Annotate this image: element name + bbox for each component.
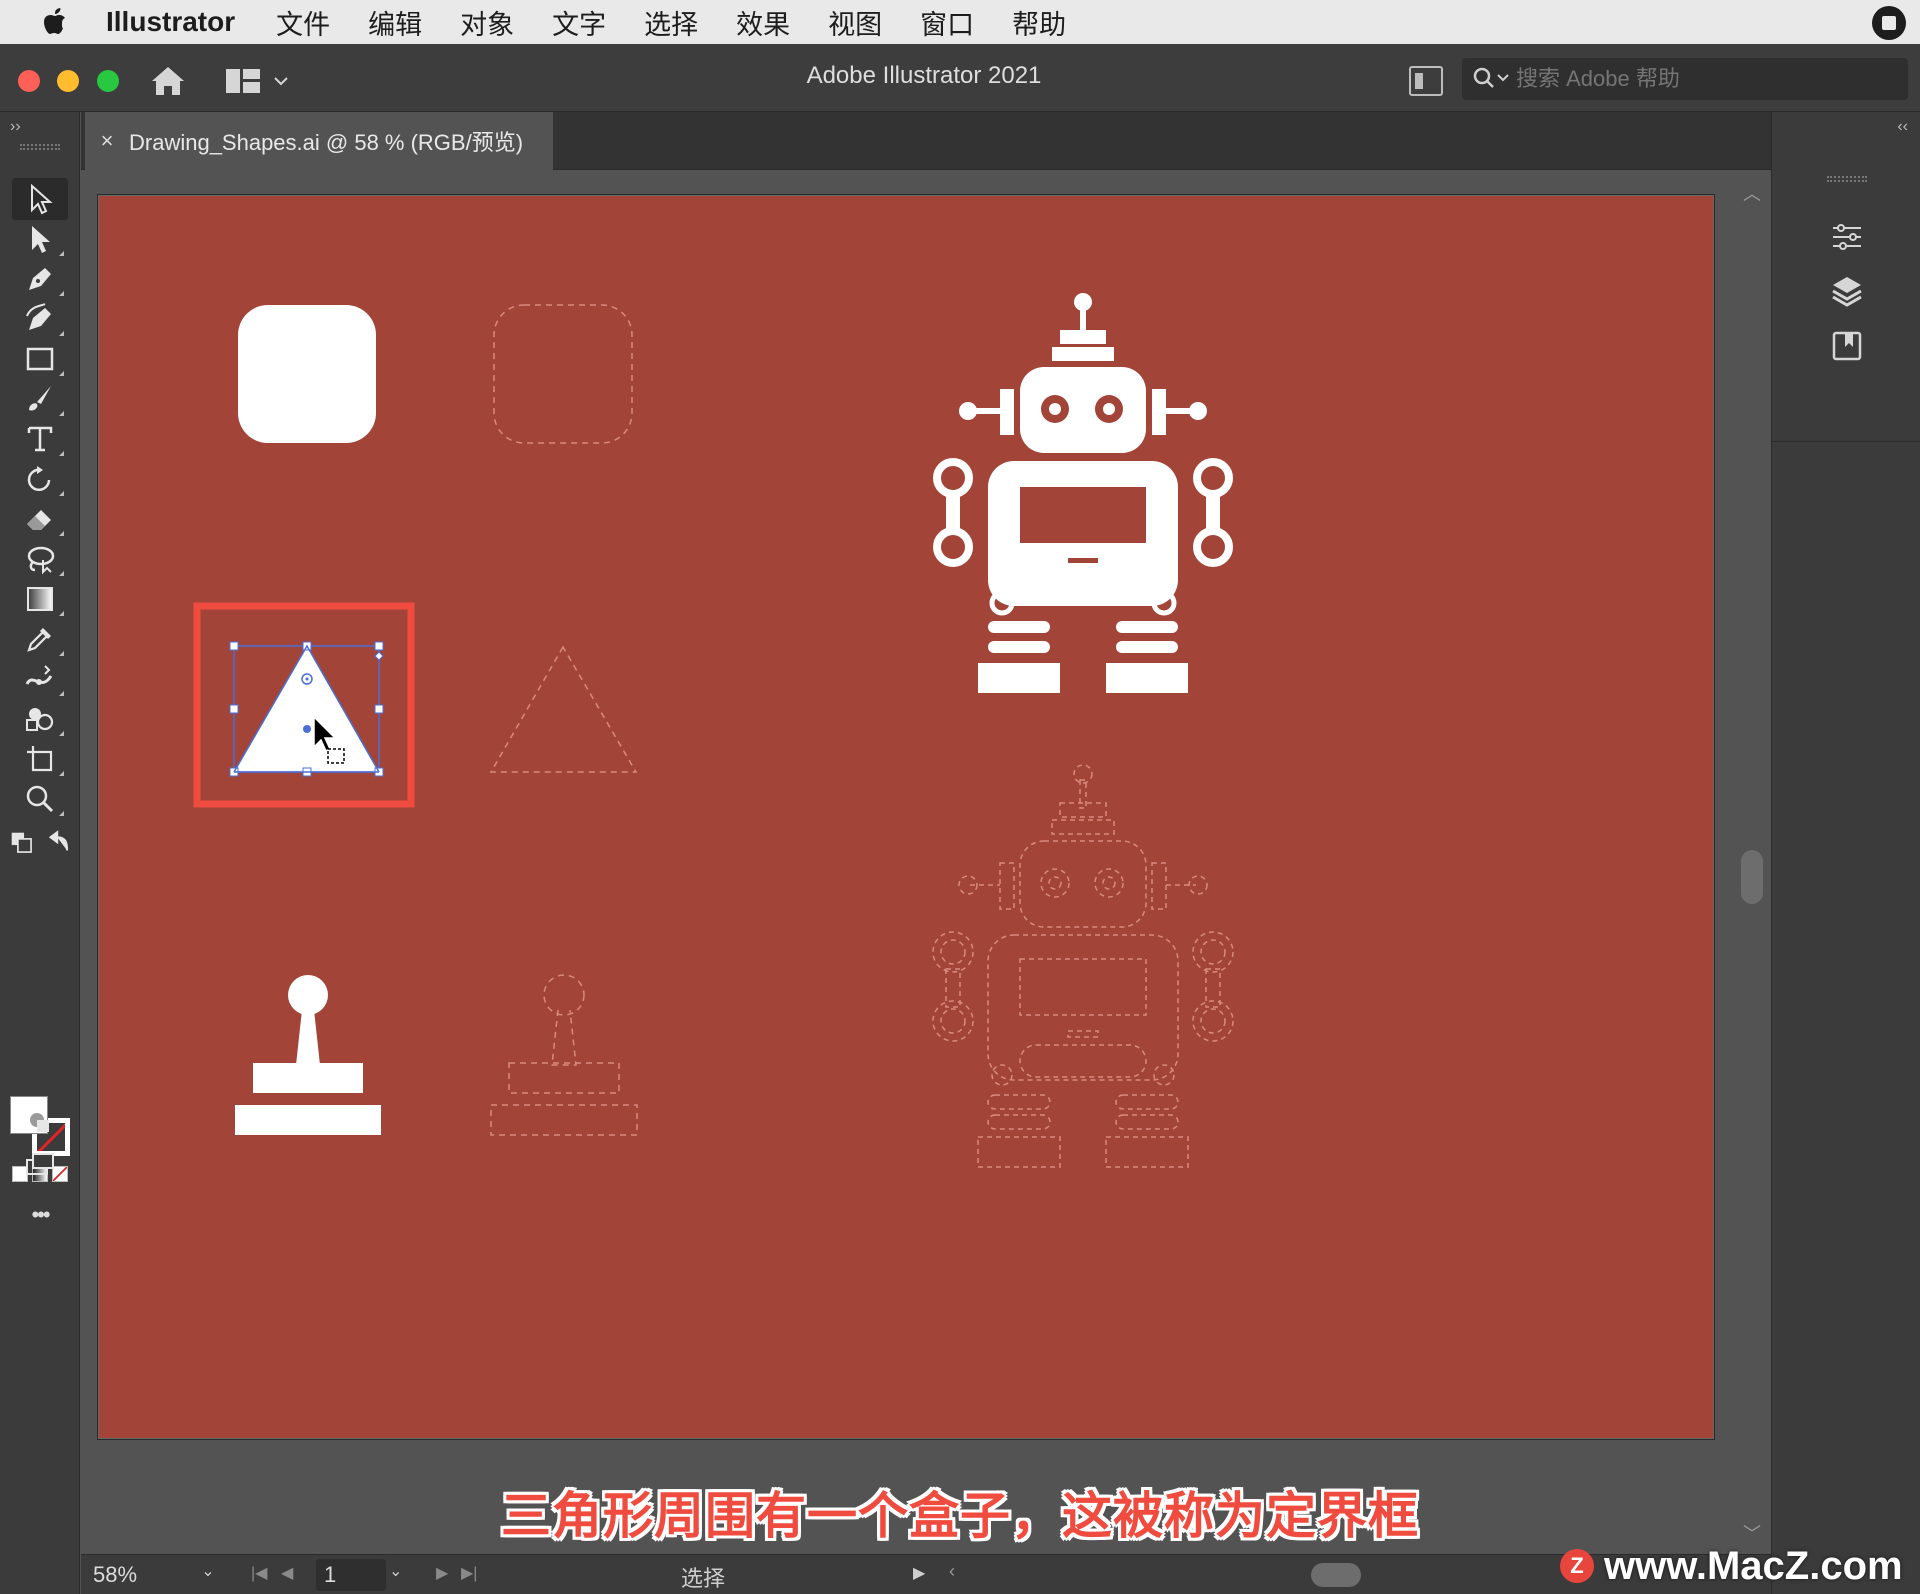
toolbar-grip[interactable]: [20, 144, 60, 150]
lasso-tool[interactable]: [12, 538, 68, 580]
draw-mode-icon[interactable]: [12, 1102, 68, 1144]
direct-selection-tool[interactable]: [12, 218, 68, 260]
right-panel-dock: ‹‹: [1771, 112, 1920, 1594]
gradient-tool[interactable]: [12, 578, 68, 620]
properties-panel-icon[interactable]: [1812, 212, 1882, 262]
joystick-shape[interactable]: [235, 975, 381, 1135]
horizontal-scroll-thumb[interactable]: [1311, 1563, 1361, 1587]
canvas[interactable]: ︿ ﹀: [81, 170, 1771, 1554]
layers-panel-icon[interactable]: [1812, 266, 1882, 316]
status-menu-icon[interactable]: [1872, 6, 1906, 40]
help-search-input[interactable]: [1516, 66, 1896, 92]
watermark-logo-icon: Z: [1560, 1549, 1594, 1583]
vertical-scrollbar[interactable]: ︿ ﹀: [1737, 180, 1767, 1550]
artboard[interactable]: [97, 194, 1715, 1440]
width-tool[interactable]: [12, 658, 68, 700]
menu-help[interactable]: 帮助: [1012, 3, 1066, 42]
menubar: Illustrator 文件 编辑 对象 文字 选择 效果 视图 窗口 帮助: [0, 0, 1920, 44]
panel-icons-column: [1772, 142, 1920, 442]
screen-mode-icon[interactable]: [12, 1144, 68, 1186]
edit-toolbar-icon[interactable]: •••: [12, 1194, 68, 1236]
triangle-shape[interactable]: [234, 646, 379, 772]
type-tool[interactable]: [12, 418, 68, 460]
rounded-square-guide: [493, 304, 633, 444]
panel-grip[interactable]: [1827, 176, 1867, 182]
menu-edit[interactable]: 编辑: [368, 3, 422, 42]
triangle-guide: [489, 645, 638, 773]
first-artboard-icon[interactable]: |◀: [251, 1563, 267, 1583]
scroll-up-icon[interactable]: ︿: [1743, 180, 1761, 206]
tools-panel: ›› •••: [0, 112, 80, 1594]
video-subtitle: 三角形周围有一个盒子，这被称为定界框: [501, 1488, 1419, 1544]
document-tab-label: Drawing_Shapes.ai @ 58 % (RGB/预览): [129, 130, 524, 155]
joystick-guide: [490, 974, 638, 1136]
next-artboard-icon[interactable]: ▶: [436, 1563, 448, 1583]
status-bar: 58% ⌄ |◀ ◀ 1 ⌄ ▶ ▶| 选择 ▶ ‹: [81, 1554, 1771, 1594]
status-menu-arrow-icon[interactable]: ▶: [913, 1563, 925, 1583]
rectangle-tool[interactable]: [12, 338, 68, 380]
selection-tool[interactable]: [12, 178, 68, 220]
close-icon[interactable]: ×: [85, 128, 129, 154]
menu-window[interactable]: 窗口: [920, 3, 974, 42]
shape-builder-tool[interactable]: [12, 698, 68, 740]
zoom-level-field[interactable]: 58%: [93, 1559, 203, 1591]
menu-type[interactable]: 文字: [552, 3, 606, 42]
robot-shape[interactable]: [933, 293, 1233, 693]
curvature-tool[interactable]: [12, 298, 68, 340]
collapse-toolbar-icon[interactable]: ››: [10, 118, 21, 136]
apple-logo-icon[interactable]: [26, 0, 86, 44]
rotate-tool[interactable]: [12, 458, 68, 500]
scroll-left-icon[interactable]: ‹: [949, 1561, 955, 1582]
zoom-tool[interactable]: [12, 778, 68, 820]
rounded-square-shape[interactable]: [238, 305, 376, 443]
app-name[interactable]: Illustrator: [106, 6, 235, 38]
zoom-dropdown-icon[interactable]: ⌄: [193, 1561, 223, 1589]
robot-guide: [932, 764, 1234, 1168]
document-tab-bar: × Drawing_Shapes.ai @ 58 % (RGB/预览): [81, 112, 1771, 170]
arrange-documents-icon[interactable]: [1409, 66, 1443, 96]
pen-tool[interactable]: [12, 258, 68, 300]
menu-effect[interactable]: 效果: [736, 3, 790, 42]
watermark: Z www.MacZ.com: [1560, 1542, 1903, 1590]
document-tab[interactable]: × Drawing_Shapes.ai @ 58 % (RGB/预览): [85, 112, 553, 170]
previous-artboard-icon[interactable]: ◀: [281, 1563, 293, 1583]
search-icon: [1472, 64, 1516, 94]
swap-colors-icon[interactable]: [44, 822, 72, 864]
artboard-number-field[interactable]: 1: [316, 1559, 386, 1591]
help-search[interactable]: [1462, 58, 1908, 100]
collapse-panels-icon[interactable]: ‹‹: [1897, 118, 1908, 136]
eyedropper-tool[interactable]: [12, 618, 68, 660]
scroll-thumb[interactable]: [1741, 850, 1763, 904]
current-tool-label: 选择: [681, 1566, 726, 1591]
paintbrush-tool[interactable]: [12, 378, 68, 420]
app-titlebar: Adobe Illustrator 2021: [0, 44, 1920, 112]
menu-select[interactable]: 选择: [644, 3, 698, 42]
menu-file[interactable]: 文件: [276, 3, 330, 42]
menu-object[interactable]: 对象: [460, 3, 514, 42]
watermark-text: www.MacZ.com: [1604, 1543, 1903, 1588]
artboard-tool[interactable]: [12, 738, 68, 780]
libraries-panel-icon[interactable]: [1812, 320, 1882, 370]
eraser-tool[interactable]: [12, 498, 68, 540]
last-artboard-icon[interactable]: ▶|: [461, 1563, 477, 1583]
artboard-dropdown-icon[interactable]: ⌄: [389, 1561, 402, 1581]
menu-view[interactable]: 视图: [828, 3, 882, 42]
default-colors-icon[interactable]: [8, 822, 36, 864]
